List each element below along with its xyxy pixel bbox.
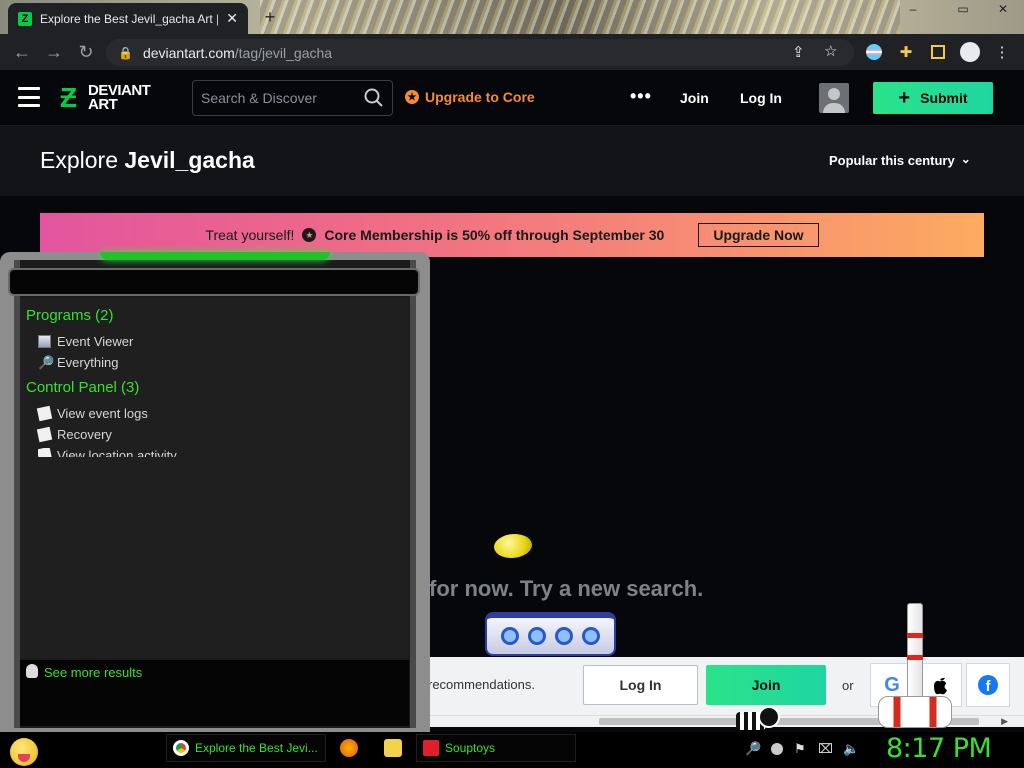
core-star-icon: ★ [405,90,419,104]
banner-join-button[interactable]: Join [706,665,826,705]
result-event-viewer[interactable]: Event Viewer [38,334,133,349]
taskbar-chrome-window[interactable]: Explore the Best Jevi... [166,734,326,762]
join-link[interactable]: Join [680,90,709,106]
facebook-login-icon[interactable]: f [966,663,1010,707]
action-center-flag-icon[interactable]: ⚑ [794,741,806,757]
profile-flag-icon[interactable] [862,40,886,64]
start-button[interactable] [4,736,48,768]
search-input[interactable]: Search & Discover [192,80,393,116]
forward-icon[interactable]: → [38,36,70,68]
or-label: or [842,678,854,693]
share-icon[interactable]: ⇪ [792,43,805,61]
star-icon[interactable]: ☆ [824,42,837,60]
chrome-icon [173,740,189,756]
submit-label: Submit [920,90,968,106]
logo-line-2: ART [88,96,118,113]
deviantart-logo[interactable]: Ƶ DEVIANT ART [60,83,170,113]
tab-close-icon[interactable]: ✕ [226,10,238,27]
result-view-event-logs[interactable]: View event logs [36,405,148,422]
search-icon[interactable] [364,88,384,108]
explore-tag: Jevil_gacha [124,147,255,173]
taskbar-souptoys-window[interactable]: Souptoys [416,734,576,762]
close-window-button[interactable]: ✕ [990,0,1016,18]
promo-lead: Treat yourself! [205,227,295,243]
document-icon [36,426,53,443]
promo-offer: Core Membership is 50% off through Septe… [324,227,665,243]
event-viewer-icon [38,335,51,348]
sidepanel-icon[interactable] [926,40,950,64]
beetle-toy[interactable] [736,704,782,732]
taskbar-clock[interactable]: 8:17 PM [886,733,992,764]
souptoys-icon [423,740,439,756]
lock-icon[interactable]: 🔒 [118,46,133,60]
user-icon [828,88,840,100]
document-icon [38,448,53,457]
see-more-label: See more results [44,665,143,680]
url-host: deviantart.com [142,44,235,61]
menu-icon[interactable]: ⋮ [990,40,1014,64]
account-icon[interactable] [958,40,982,64]
upgrade-to-core-link[interactable]: ★ Upgrade to Core [405,89,535,105]
category-programs[interactable]: Programs (2) [26,307,114,324]
sort-label: Popular this century [829,153,955,168]
category-control-panel[interactable]: Control Panel (3) [26,379,139,396]
result-recovery[interactable]: Recovery [36,426,112,443]
extensions-icon[interactable]: ✚ [894,40,918,64]
search-results-list: Programs (2) Event Viewer 🔎 Everything C… [20,298,409,658]
sort-dropdown[interactable]: Popular this century ⌄ [829,151,971,169]
promo-banner: Treat yourself! ★ Core Membership is 50%… [40,213,984,257]
reload-icon[interactable]: ↻ [70,36,102,68]
network-icon[interactable]: ⌧ [818,741,833,757]
minimize-button[interactable]: – [900,0,926,18]
explore-prefix: Explore [40,147,118,173]
more-options-icon[interactable]: ••• [630,86,652,107]
chevron-down-icon: ⌄ [960,151,971,166]
new-tab-button[interactable]: + [258,6,282,28]
page-title: Explore Jevil_gacha [40,147,255,174]
result-view-location-activity[interactable]: View location activity [38,448,177,457]
url-path: /tag/jevil_gacha [234,44,333,61]
restore-button[interactable]: ▭ [950,0,976,18]
search-tray-icon[interactable]: 🔎 [745,741,761,757]
avatar[interactable] [819,83,849,113]
plus-icon: + [898,86,911,109]
deviantart-favicon-icon: Z [18,11,32,26]
result-everything[interactable]: 🔎 Everything [38,355,118,370]
submit-button[interactable]: + Submit [873,82,993,114]
folder-icon[interactable] [384,739,402,757]
upgrade-now-button[interactable]: Upgrade Now [698,223,819,247]
firefox-icon[interactable] [340,739,358,757]
magnifier-icon: 🔎 [38,355,55,370]
see-more-icon [26,664,38,678]
browser-tab[interactable]: Z Explore the Best Jevil_gacha Art | ✕ [8,3,248,34]
deviantart-logo-icon: Ƶ [60,82,78,113]
start-search-box[interactable] [8,268,420,296]
empty-state-message: for now. Try a new search. [429,576,704,601]
core-badge-icon: ★ [302,228,317,242]
tab-title: Explore the Best Jevil_gacha Art | [40,11,219,26]
peg-toy-base[interactable] [878,696,952,728]
search-placeholder: Search & Discover [201,90,317,106]
login-link[interactable]: Log In [740,90,782,106]
document-icon [36,405,53,422]
address-bar[interactable]: 🔒 deviantart.com/tag/jevil_gacha ⇪ ☆ [106,39,854,66]
volume-icon[interactable]: 🔈 [843,741,859,757]
hamburger-menu-icon[interactable] [18,87,40,107]
toy-block[interactable] [485,612,616,656]
scroll-right-icon[interactable]: ▶ [1001,716,1008,727]
back-icon[interactable]: ← [6,36,38,68]
signup-banner-text: recommendations. [428,677,535,692]
upgrade-label: Upgrade to Core [425,89,535,105]
banner-login-button[interactable]: Log In [583,665,698,705]
theme-background [260,0,900,34]
messenger-tray-icon[interactable] [771,743,783,755]
see-more-results[interactable]: See more results [20,660,409,726]
panel-glow [100,252,330,260]
